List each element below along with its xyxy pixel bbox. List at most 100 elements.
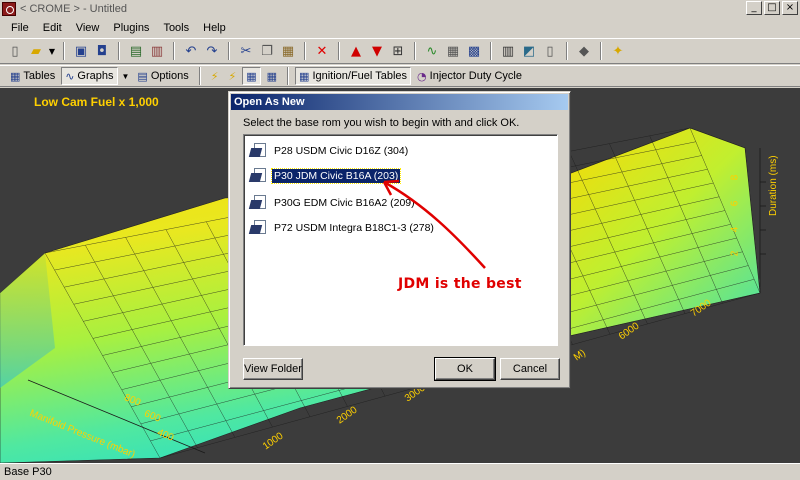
copy-icon[interactable]: ❐ — [258, 42, 276, 60]
status-text: Base P30 — [4, 466, 52, 478]
duration-axis-label: Duration (ms) — [768, 155, 779, 216]
arrow-up-icon[interactable]: ▲ — [347, 42, 365, 60]
menu-edit[interactable]: Edit — [36, 22, 69, 34]
rom-item-label: P72 USDM Integra B18C1-3 (278) — [274, 222, 434, 234]
toolbar-separator — [600, 42, 602, 60]
tables-icon: ▦ — [299, 69, 310, 83]
graph-title: Low Cam Fuel x 1,000 — [34, 95, 159, 109]
menu-bar: File Edit View Plugins Tools Help — [0, 19, 800, 37]
chip-icon[interactable]: ⊞ — [389, 42, 407, 60]
dialog-title[interactable]: Open As New — [231, 94, 568, 110]
open-folder-icon[interactable]: ▰ — [27, 42, 45, 60]
dropdown-arrow-icon[interactable]: ▼ — [48, 42, 56, 60]
rom-item-p72[interactable]: P72 USDM Integra B18C1-3 (278) — [248, 218, 436, 238]
main-toolbar: ▯ ▰ ▼ ▣ ◘ ▤ ▥ ↶ ↷ ✂ ❐ ▦ ✕ ▲ ▼ ⊞ ∿ ▦ ▩ ▥ … — [0, 38, 800, 64]
title-bar: < CROME > - Untitled _ □ × — [0, 0, 800, 18]
dialog-instruction: Select the base rom you wish to begin wi… — [243, 117, 520, 129]
view-toolbar: ▦ Tables ∿ Graphs ▼ ▤ Options ⚡ ⚡ ▦ ▦ ▦ … — [0, 65, 800, 87]
status-bar: Base P30 — [0, 463, 800, 480]
menu-file[interactable]: File — [4, 22, 36, 34]
open-as-new-dialog: Open As New Select the base rom you wish… — [228, 91, 571, 389]
annotation-text: JDM is the best — [398, 276, 522, 292]
duration-tick-2: 2 — [729, 250, 741, 257]
app-icon[interactable] — [2, 2, 16, 16]
duration-axis — [759, 148, 766, 293]
tables-label: Tables — [23, 70, 56, 82]
rom-file-icon — [248, 220, 268, 236]
ok-button[interactable]: OK — [434, 357, 496, 381]
grid-view-alt-icon: ▦ — [266, 69, 278, 83]
toolbar-separator — [304, 42, 306, 60]
properties-icon[interactable]: ▤ — [127, 42, 145, 60]
rom-list[interactable]: P28 USDM Civic D16Z (304) P30 JDM Civic … — [243, 134, 558, 346]
graph-icon: ∿ — [65, 69, 75, 83]
cut-icon[interactable]: ✂ — [237, 42, 255, 60]
duration-tick-4: 4 — [729, 226, 741, 233]
rom-item-p28[interactable]: P28 USDM Civic D16Z (304) — [248, 141, 410, 161]
menu-view[interactable]: View — [69, 22, 107, 34]
ignition-view-button[interactable]: ⚡ — [207, 67, 223, 85]
duration-tick-6: 6 — [729, 200, 741, 207]
rom-item-p30g[interactable]: P30G EDM Civic B16A2 (209) — [248, 193, 417, 213]
tables-button[interactable]: ▦ Tables — [6, 67, 59, 85]
save-as-icon[interactable]: ◘ — [93, 42, 111, 60]
rom-file-icon — [248, 195, 268, 211]
maximize-button[interactable]: □ — [764, 1, 780, 15]
low-cam-button[interactable]: ▦ — [242, 67, 261, 85]
minimize-button[interactable]: _ — [746, 1, 762, 15]
menu-plugins[interactable]: Plugins — [106, 22, 156, 34]
table-icon: ▦ — [10, 69, 21, 83]
rom-file-icon — [248, 168, 268, 184]
graphs-label: Graphs — [77, 70, 114, 82]
delete-icon[interactable]: ✕ — [313, 42, 331, 60]
grid-view-icon: ▦ — [246, 69, 257, 83]
toolbar-separator — [414, 42, 416, 60]
rom-item-p30[interactable]: P30 JDM Civic B16A (203) — [248, 166, 402, 186]
toolbar-separator — [228, 42, 230, 60]
table-icon[interactable]: ▩ — [465, 42, 483, 60]
view-folder-button[interactable]: View Folder — [243, 358, 303, 380]
arrow-down-icon[interactable]: ▼ — [368, 42, 386, 60]
eraser-icon[interactable]: ◆ — [575, 42, 593, 60]
undo-icon[interactable]: ↶ — [182, 42, 200, 60]
high-cam-button[interactable]: ▦ — [263, 67, 281, 85]
graphs-dropdown-button[interactable]: ▼ — [120, 67, 132, 85]
datalog-icon[interactable]: ▥ — [499, 42, 517, 60]
options-icon: ▤ — [137, 69, 148, 83]
window-controls: _ □ × — [746, 1, 798, 15]
rom-item-label: P28 USDM Civic D16Z (304) — [274, 145, 409, 157]
rom-item-label: P30 JDM Civic B16A (203) — [270, 168, 402, 184]
toolbar-separator — [118, 42, 120, 60]
toolbar-separator — [287, 67, 290, 85]
rom-item-label: P30G EDM Civic B16A2 (209) — [274, 197, 415, 209]
fuel-view-button[interactable]: ⚡ — [224, 67, 240, 85]
grid-icon[interactable]: ▦ — [444, 42, 462, 60]
options-label: Options — [150, 70, 189, 82]
cancel-button[interactable]: Cancel — [500, 358, 560, 380]
gauge-icon: ◔ — [417, 69, 427, 83]
new-file-icon[interactable]: ▯ — [6, 42, 24, 60]
close-button[interactable]: × — [782, 1, 798, 15]
spark-icon: ⚡ — [210, 69, 219, 83]
injector-duty-cycle-button[interactable]: ◔ Injector Duty Cycle — [413, 67, 526, 85]
save-icon[interactable]: ▣ — [72, 42, 90, 60]
redo-icon[interactable]: ↷ — [203, 42, 221, 60]
graph-line-icon[interactable]: ∿ — [423, 42, 441, 60]
spark-alt-icon: ⚡ — [228, 69, 237, 83]
notes-icon[interactable]: ▯ — [541, 42, 559, 60]
toolbar-separator — [338, 42, 340, 60]
paste-icon[interactable]: ▦ — [279, 42, 297, 60]
toolbar-separator — [63, 42, 65, 60]
options-button[interactable]: ▤ Options — [133, 67, 192, 85]
document-icon[interactable]: ▥ — [148, 42, 166, 60]
menu-tools[interactable]: Tools — [156, 22, 196, 34]
ignition-fuel-tables-button[interactable]: ▦ Ignition/Fuel Tables — [295, 67, 412, 85]
toolbar-separator — [173, 42, 175, 60]
rom-file-icon — [248, 143, 268, 159]
toolbar-separator — [566, 42, 568, 60]
export-icon[interactable]: ◩ — [520, 42, 538, 60]
menu-help[interactable]: Help — [196, 22, 233, 34]
toolbar-separator — [490, 42, 492, 60]
graphs-button[interactable]: ∿ Graphs — [61, 67, 118, 85]
help-icon[interactable]: ✦ — [609, 42, 627, 60]
